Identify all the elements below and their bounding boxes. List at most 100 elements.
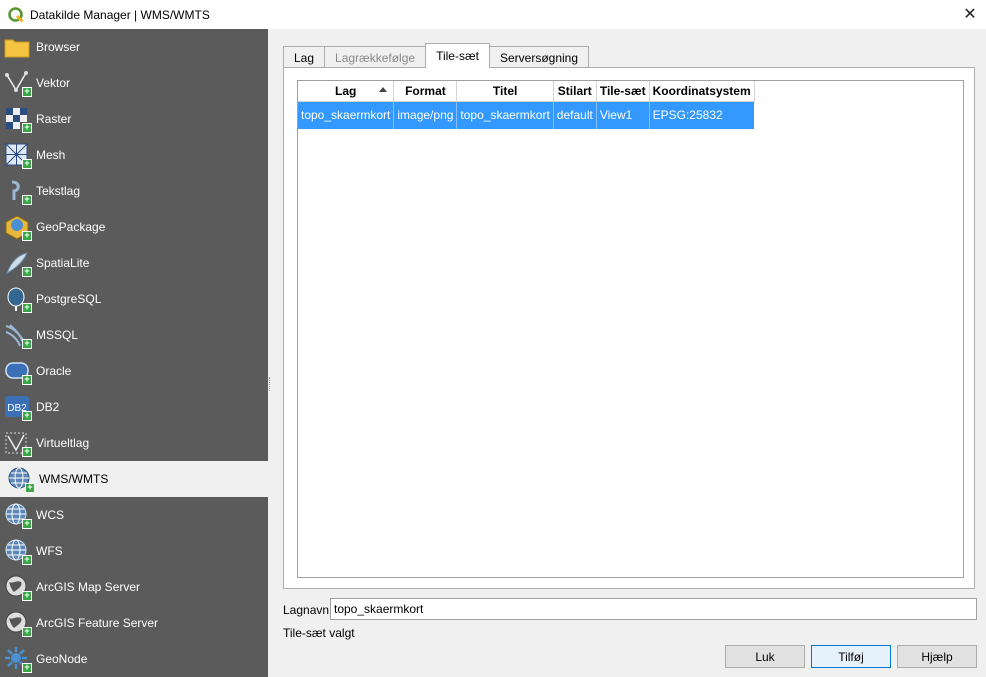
sidebar-item-label: GeoNode (36, 652, 88, 666)
add-icon: + (22, 267, 32, 277)
add-icon: + (22, 411, 32, 421)
sidebar-item-mesh[interactable]: + Mesh (0, 137, 268, 173)
mesh-icon: + (3, 141, 32, 169)
tab-panel: Lag Format Titel Stilart Tile-sæt Koordi… (283, 67, 975, 589)
tab-lag[interactable]: Lag (283, 46, 326, 68)
wcs-globe-icon: + (3, 501, 32, 529)
arcgis-feature-icon: + (3, 609, 32, 637)
add-icon: + (22, 627, 32, 637)
table-cell: image/png (393, 101, 458, 129)
sidebar-item-label: Mesh (36, 148, 66, 162)
sidebar-item-db2[interactable]: DB2 + DB2 (0, 389, 268, 425)
column-header-label: Lag (335, 83, 357, 98)
oracle-icon: + (3, 357, 32, 385)
add-icon: + (22, 339, 32, 349)
add-icon: + (22, 123, 32, 133)
sidebar-item-label: SpatiaLite (36, 256, 90, 270)
add-icon: + (22, 231, 32, 241)
sidebar-item-wcs[interactable]: + WCS (0, 497, 268, 533)
lagnavn-input[interactable] (330, 598, 977, 620)
sidebar-item-label: WFS (36, 544, 63, 558)
sidebar-item-label: DB2 (36, 400, 60, 414)
sidebar-item-label: Tekstlag (36, 184, 81, 198)
column-header-format[interactable]: Format (393, 81, 458, 102)
add-icon: + (22, 591, 32, 601)
sidebar-item-mssql[interactable]: + MSSQL (0, 317, 268, 353)
tileset-table[interactable]: Lag Format Titel Stilart Tile-sæt Koordi… (297, 80, 964, 578)
tab-lagraekkefolge: Lagrækkefølge (324, 46, 427, 68)
folder-icon (3, 33, 31, 61)
wfs-globe-icon: + (3, 537, 32, 565)
sidebar-item-label: WMS/WMTS (39, 472, 109, 486)
sidebar-item-label: Oracle (36, 364, 72, 378)
sidebar-item-browser[interactable]: Browser (0, 29, 268, 65)
close-icon[interactable]: ✕ (960, 4, 980, 24)
sidebar-item-label: WCS (36, 508, 64, 522)
add-button[interactable]: Tilføj (811, 645, 891, 668)
help-button[interactable]: Hjælp (897, 645, 977, 668)
geonode-icon: + (3, 645, 32, 673)
add-icon: + (22, 555, 32, 565)
splitter-handle[interactable] (268, 29, 274, 677)
sidebar-item-label: ArcGIS Feature Server (36, 616, 159, 630)
postgresql-icon: + (3, 285, 32, 313)
sidebar-item-arcgis-map-server[interactable]: + ArcGIS Map Server (0, 569, 268, 605)
sidebar-item-label: Virtueltlag (36, 436, 90, 450)
sidebar-item-label: ArcGIS Map Server (36, 580, 141, 594)
wms-globe-icon: + (6, 465, 35, 493)
sidebar-item-virtueltlag[interactable]: + Virtueltlag (0, 425, 268, 461)
close-button[interactable]: Luk (725, 645, 805, 668)
table-cell: EPSG:25832 (649, 101, 755, 129)
mssql-icon: + (3, 321, 32, 349)
sidebar-item-wms-wmts[interactable]: + WMS/WMTS (0, 461, 268, 497)
table-cell: default (553, 101, 597, 129)
column-header-stilart[interactable]: Stilart (553, 81, 597, 102)
sidebar-item-vektor[interactable]: + Vektor (0, 65, 268, 101)
geopackage-icon: + (3, 213, 32, 241)
table-row[interactable]: topo_skaermkort image/png topo_skaermkor… (298, 101, 755, 129)
delimited-text-icon: + (3, 177, 32, 205)
tab-serversogning[interactable]: Serversøgning (488, 46, 590, 68)
add-icon: + (22, 87, 32, 97)
sidebar-item-arcgis-feature-server[interactable]: + ArcGIS Feature Server (0, 605, 268, 641)
add-icon: + (22, 375, 32, 385)
add-icon: + (22, 303, 32, 313)
db2-icon: DB2 + (3, 393, 32, 421)
sidebar-item-label: MSSQL (36, 328, 79, 342)
lagnavn-label: Lagnavn (283, 603, 330, 617)
sidebar-item-tekstlag[interactable]: + Tekstlag (0, 173, 268, 209)
column-header-lag[interactable]: Lag (298, 81, 395, 102)
sidebar-item-label: Browser (36, 40, 81, 54)
sidebar-item-spatialite[interactable]: + SpatiaLite (0, 245, 268, 281)
sidebar-item-label: GeoPackage (36, 220, 106, 234)
add-icon: + (22, 663, 32, 673)
table-header-row: Lag Format Titel Stilart Tile-sæt Koordi… (298, 81, 755, 102)
table-cell: View1 (596, 101, 650, 129)
virtual-layer-icon: + (3, 429, 32, 457)
spatialite-icon: + (3, 249, 32, 277)
tab-tile-saet[interactable]: Tile-sæt (425, 43, 490, 68)
add-icon: + (25, 483, 35, 493)
tab-bar: Lag Lagrækkefølge Tile-sæt Serversøgning (283, 43, 590, 68)
status-text: Tile-sæt valgt (283, 626, 355, 640)
grip-icon (269, 377, 271, 391)
arcgis-map-icon: + (3, 573, 32, 601)
window-title: Datakilde Manager | WMS/WMTS (30, 7, 210, 22)
title-bar: Datakilde Manager | WMS/WMTS ✕ (0, 0, 986, 29)
sort-ascending-icon (379, 87, 388, 92)
qgis-logo-icon (8, 6, 24, 23)
table-cell: topo_skaermkort (298, 101, 395, 129)
sidebar: Browser + Vektor + Raster + Mesh + Tekst… (0, 29, 268, 677)
raster-icon: + (3, 105, 32, 133)
sidebar-item-postgresql[interactable]: + PostgreSQL (0, 281, 268, 317)
sidebar-item-oracle[interactable]: + Oracle (0, 353, 268, 389)
column-header-titel[interactable]: Titel (456, 81, 554, 102)
add-icon: + (22, 195, 32, 205)
sidebar-item-wfs[interactable]: + WFS (0, 533, 268, 569)
sidebar-item-raster[interactable]: + Raster (0, 101, 268, 137)
sidebar-item-geonode[interactable]: + GeoNode (0, 641, 268, 677)
vector-icon: + (3, 69, 32, 97)
column-header-tile-saet[interactable]: Tile-sæt (596, 81, 650, 102)
column-header-koordinatsystem[interactable]: Koordinatsystem (649, 81, 755, 102)
sidebar-item-geopackage[interactable]: + GeoPackage (0, 209, 268, 245)
